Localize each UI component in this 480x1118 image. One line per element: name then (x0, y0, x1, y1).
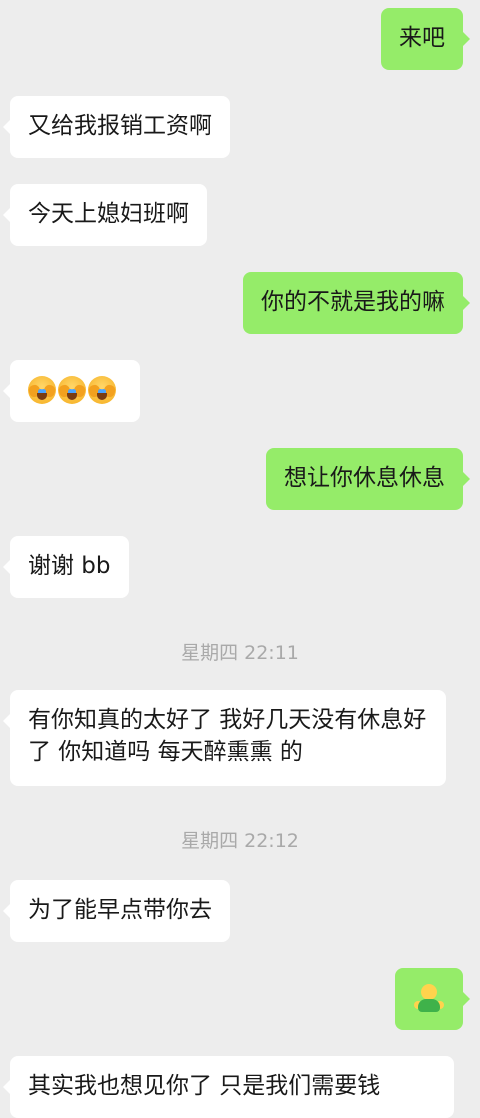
message-bubble-in[interactable]: 又给我报销工资啊 (3, 96, 230, 158)
emoji-row (27, 374, 122, 404)
message-bubble-out[interactable]: 想让你休息休息 (266, 448, 470, 510)
face-palm-crying-emoji-icon (57, 376, 87, 404)
face-palm-crying-emoji-icon (27, 376, 57, 404)
message-bubble-in[interactable]: 谢谢 bb (3, 536, 129, 598)
message-bubble-out[interactable]: 你的不就是我的嘛 (243, 272, 470, 334)
message-timestamp: 星期四 22:12 (181, 830, 299, 852)
message-bubble-in[interactable]: 有你知真的太好了 我好几天没有休息好了 你知道吗 每天醉熏熏 的 (3, 690, 446, 786)
message-bubble-in[interactable]: 其实我也想见你了 只是我们需要钱 (3, 1056, 454, 1118)
message-bubble-in[interactable]: 今天上媳妇班啊 (3, 184, 207, 246)
message-bubble-out-emoji[interactable] (395, 968, 470, 1030)
message-timestamp: 星期四 22:11 (181, 642, 299, 664)
message-bubble-in-emoji[interactable] (3, 360, 140, 422)
person-emoji-icon (414, 982, 444, 1014)
face-palm-crying-emoji-icon (87, 376, 117, 404)
message-bubble-out[interactable]: 来吧 (381, 8, 470, 70)
message-bubble-in[interactable]: 为了能早点带你去 (3, 880, 230, 942)
